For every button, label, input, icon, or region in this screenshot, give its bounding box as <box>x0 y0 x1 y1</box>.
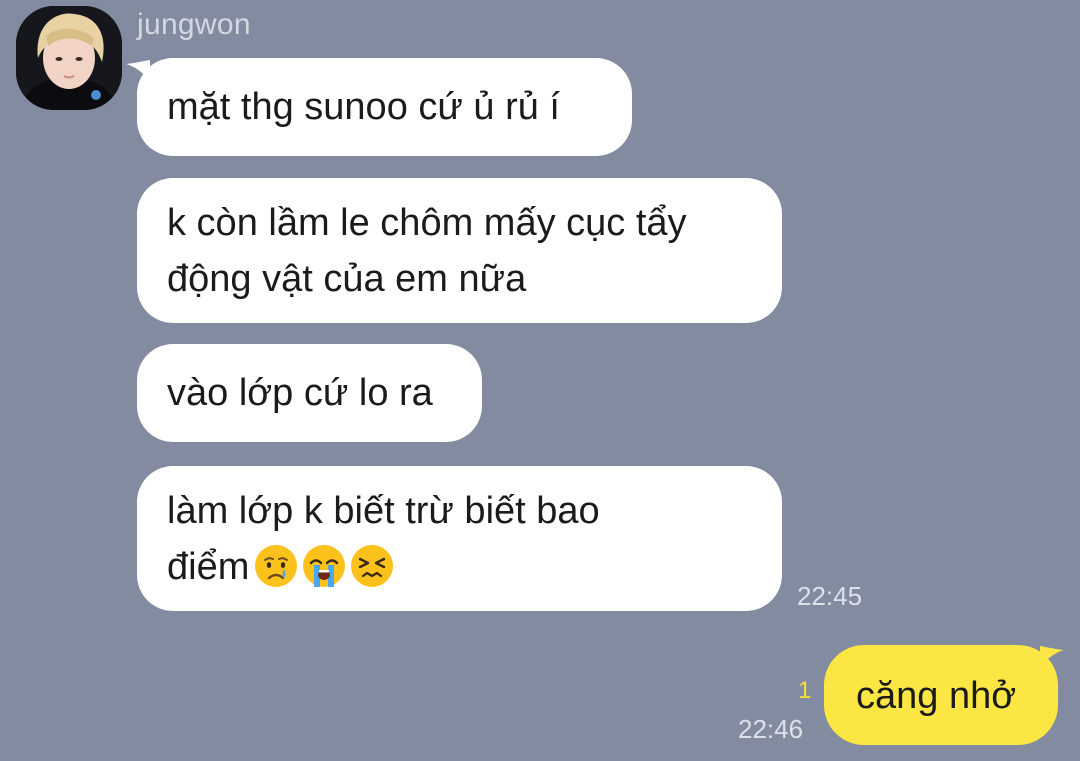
outgoing-bubble-tail <box>1040 646 1064 666</box>
message-text: động vật của em nữa <box>167 258 527 300</box>
message-timestamp: 22:46 <box>738 714 804 744</box>
outgoing-message[interactable]: căng nhở <box>824 645 1058 745</box>
unread-count: 1 <box>798 677 812 704</box>
incoming-message[interactable]: vào lớp cứ lo ra <box>137 344 482 442</box>
message-text: k còn lầm le chôm mấy cục tẩy <box>167 202 687 244</box>
loudly-crying-face-emoji-icon <box>303 544 346 587</box>
message-text: làm lớp k biết trừ biết bao <box>167 490 600 532</box>
message-text-with-emoji: điểm <box>167 539 752 595</box>
incoming-message[interactable]: làm lớp k biết trừ biết bao điểm <box>137 466 782 611</box>
avatar-photo <box>16 6 122 110</box>
message-text: vào lớp cứ lo ra <box>167 372 433 414</box>
incoming-message[interactable]: mặt thg sunoo cứ ủ rủ í <box>137 58 632 156</box>
sender-avatar[interactable] <box>16 6 122 110</box>
message-text: điểm <box>167 546 250 588</box>
message-text: mặt thg sunoo cứ ủ rủ í <box>167 86 560 128</box>
message-timestamp: 22:45 <box>797 581 863 611</box>
crying-face-emoji-icon <box>255 544 298 587</box>
confounded-face-emoji-icon <box>351 544 394 587</box>
emoji-group <box>253 543 395 589</box>
incoming-message[interactable]: k còn lầm le chôm mấy cục tẩy động vật c… <box>137 178 782 323</box>
sender-name: jungwon <box>137 8 251 41</box>
message-text: căng nhở <box>856 675 1017 717</box>
